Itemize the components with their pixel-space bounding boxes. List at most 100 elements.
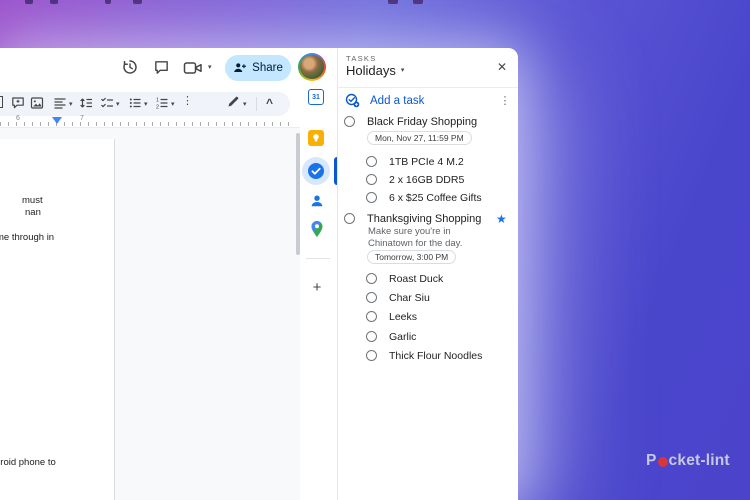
numbered-list-icon: 1 2 — [156, 98, 168, 111]
panel-menu-button[interactable]: ⋮ — [498, 92, 512, 108]
subtask-title[interactable]: Leeks — [389, 311, 417, 323]
share-button-label: Share — [252, 62, 283, 74]
cropped-text-remnant — [133, 0, 142, 4]
contacts-icon — [311, 195, 323, 207]
sidebar-item-keep[interactable] — [308, 130, 324, 146]
subtask-checkbox[interactable] — [366, 311, 377, 322]
line-spacing-button[interactable] — [79, 96, 93, 110]
document-text-fragment: me through in — [0, 232, 55, 243]
numbered-list-caret-icon[interactable]: ▾ — [171, 101, 175, 108]
subtask-title[interactable]: 1TB PCIe 4 M.2 — [389, 156, 464, 168]
task-checkbox[interactable] — [344, 213, 355, 224]
subtask-checkbox[interactable] — [366, 174, 377, 185]
account-avatar[interactable] — [298, 53, 326, 81]
calendar-icon-day: 31 — [312, 93, 320, 101]
subtask-title[interactable]: Roast Duck — [389, 273, 443, 285]
task-description: Make sure you're in Chinatown for the da… — [368, 226, 463, 250]
pen-icon — [228, 96, 239, 107]
subtask-checkbox[interactable] — [366, 273, 377, 284]
join-meet-button[interactable] — [183, 58, 203, 78]
docs-area: ▾ Share ▾ ▾ ▾ 1 2 ▾ ⋮ ▾ ^ 6 7 must nan m… — [0, 48, 338, 500]
document-text-fragment: nan — [25, 207, 41, 218]
checklist-caret-icon[interactable]: ▾ — [116, 101, 120, 108]
task-title[interactable]: Black Friday Shopping — [367, 116, 477, 128]
toolbar-more-button[interactable]: ⋮ — [182, 96, 193, 107]
videocam-icon — [183, 62, 202, 74]
numbered-list-button[interactable]: 1 2 — [155, 96, 169, 110]
subtask-checkbox[interactable] — [366, 331, 377, 342]
task-checkbox[interactable] — [344, 116, 355, 127]
subtask-title[interactable]: Thick Flour Noodles — [389, 350, 482, 362]
insert-image-button[interactable] — [30, 96, 44, 110]
task-list-name: Holidays — [346, 63, 396, 78]
subtask-checkbox[interactable] — [366, 156, 377, 167]
subtask-checkbox[interactable] — [366, 192, 377, 203]
calendar-icon: 31 — [308, 89, 324, 105]
checklist-icon — [101, 97, 114, 108]
sidebar-item-tasks[interactable] — [307, 162, 325, 180]
cropped-text-remnant — [388, 0, 398, 4]
star-icon[interactable]: ★ — [496, 212, 507, 226]
bulleted-list-caret-icon[interactable]: ▾ — [144, 101, 148, 108]
subtask-title[interactable]: Garlic — [389, 331, 416, 343]
add-task-label: Add a task — [370, 94, 425, 107]
meet-dropdown-caret-icon[interactable]: ▾ — [208, 64, 212, 71]
add-comment-button[interactable] — [11, 96, 25, 110]
add-task-icon — [345, 93, 360, 108]
sidebar-item-contacts[interactable] — [309, 193, 325, 209]
panel-header-divider — [338, 87, 518, 88]
document-scrollbar[interactable] — [296, 133, 300, 255]
editing-mode-caret-icon[interactable]: ▾ — [243, 101, 247, 108]
align-button[interactable] — [53, 96, 67, 110]
hide-menus-button[interactable]: ^ — [266, 97, 273, 109]
get-addons-button[interactable]: + — [308, 278, 326, 296]
subtask-title[interactable]: Char Siu — [389, 292, 430, 304]
panel-overline: TASKS — [346, 54, 377, 63]
task-due-chip[interactable]: Tomorrow, 3:00 PM — [367, 250, 457, 264]
add-task-button[interactable]: Add a task — [345, 93, 424, 108]
subtask-checkbox[interactable] — [366, 350, 377, 361]
comments-button[interactable] — [151, 57, 171, 77]
cropped-text-remnant — [25, 0, 33, 4]
ruler-number: 7 — [80, 115, 84, 122]
task-due-chip[interactable]: Mon, Nov 27, 11:59 PM — [367, 131, 472, 145]
task-list-switcher[interactable]: Holidays ▾ — [346, 63, 404, 78]
sidebar-item-maps[interactable] — [310, 220, 324, 238]
document-page[interactable]: must nan me through in droid phone to — [0, 139, 115, 500]
logo-o-dot — [657, 457, 668, 467]
bulleted-list-icon — [129, 98, 141, 108]
list-caret-icon: ▾ — [400, 67, 405, 74]
share-button[interactable]: Share — [225, 55, 291, 81]
maps-icon — [311, 221, 323, 237]
svg-text:2: 2 — [156, 105, 159, 111]
close-panel-button[interactable]: ✕ — [494, 59, 510, 75]
document-canvas: must nan me through in droid phone to — [0, 127, 300, 500]
partial-toolbar-icon[interactable] — [0, 96, 3, 108]
svg-text:1: 1 — [156, 98, 159, 104]
document-text-fragment: must — [22, 195, 43, 206]
pocketlint-logo: P cket-lint — [646, 452, 730, 470]
editing-mode-button[interactable] — [226, 95, 240, 109]
task-title[interactable]: Thanksgiving Shopping — [367, 213, 481, 225]
subtask-checkbox[interactable] — [366, 292, 377, 303]
document-text-fragment: droid phone to — [0, 457, 56, 468]
keep-icon — [308, 130, 324, 146]
comment-icon — [154, 60, 168, 74]
indent-marker[interactable] — [52, 117, 62, 124]
bulleted-list-button[interactable] — [128, 96, 142, 110]
toolbar-divider — [256, 97, 257, 111]
subtask-title[interactable]: 2 x 16GB DDR5 — [389, 174, 464, 186]
tasks-icon — [308, 163, 324, 179]
sidebar-item-calendar[interactable]: 31 — [308, 89, 324, 105]
cropped-text-remnant — [105, 0, 111, 4]
line-spacing-icon — [80, 98, 93, 108]
checklist-button[interactable] — [100, 96, 114, 110]
align-caret-icon[interactable]: ▾ — [69, 101, 73, 108]
history-icon — [123, 60, 137, 74]
subtask-title[interactable]: 6 x $25 Coffee Gifts — [389, 192, 482, 204]
cropped-text-remnant — [50, 0, 58, 4]
ruler-number: 6 — [16, 115, 20, 122]
version-history-button[interactable] — [120, 57, 140, 77]
sidebar-divider — [306, 258, 330, 259]
cropped-text-remnant — [413, 0, 423, 4]
